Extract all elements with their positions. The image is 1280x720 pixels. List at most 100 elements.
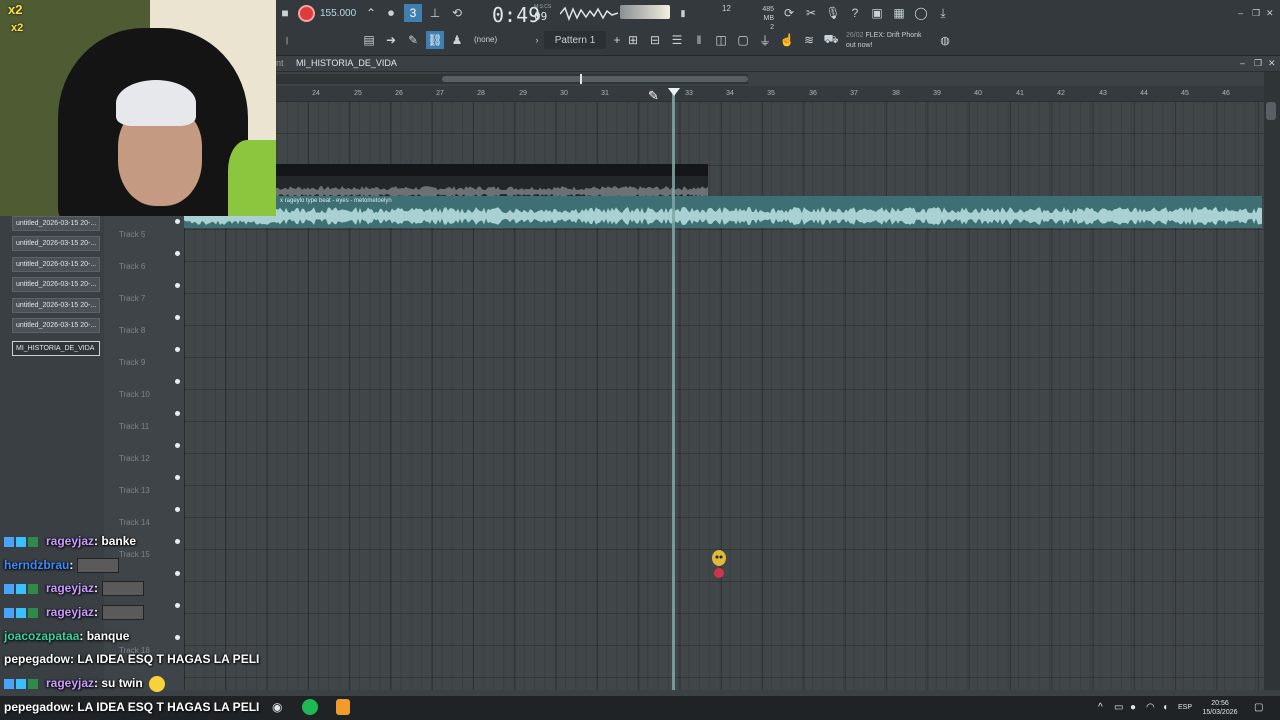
track-name[interactable]: Track 7 [119, 294, 145, 303]
draw-tool-icon[interactable]: ✎ [404, 31, 422, 49]
track-mute-toggle[interactable] [175, 251, 180, 256]
pattern-list-item[interactable]: untitled_2026-03-15 20-... [12, 318, 100, 333]
close-icon[interactable]: ✕ [1266, 8, 1274, 19]
wave-tool-icon[interactable]: ≋ [800, 31, 818, 49]
track-mute-toggle[interactable] [175, 411, 180, 416]
touch-icon[interactable]: ☝ [778, 31, 796, 49]
tray-wifi-icon[interactable]: ◠ [1146, 702, 1155, 713]
pattern-list-item[interactable]: untitled_2026-03-15 20-... [12, 236, 100, 251]
stamp-icon[interactable]: ♟ [448, 31, 466, 49]
tray-clock[interactable]: 20:56 15/03/2026 [1196, 699, 1244, 717]
minimize-icon[interactable]: – [1238, 8, 1243, 18]
help-icon[interactable]: ? [846, 4, 864, 22]
chevron-right-icon[interactable]: › [391, 58, 394, 67]
shop-icon[interactable]: ⛟ [822, 31, 840, 49]
chat-username[interactable]: herndzbrau [4, 558, 69, 572]
microphone-icon[interactable]: 🎙 [824, 4, 842, 22]
save-icon[interactable]: ▣ [868, 4, 886, 22]
pattern-list-item[interactable]: untitled_2026-03-15 20-... [12, 277, 100, 292]
track-mute-toggle[interactable] [175, 315, 180, 320]
chat-username[interactable]: rageyjaz [46, 676, 94, 690]
track-name[interactable]: Track 13 [119, 486, 150, 495]
tray-language[interactable]: ESP [1178, 703, 1192, 712]
countdown-icon[interactable]: 3 [404, 4, 422, 22]
link-icon[interactable]: ⛓ [426, 31, 444, 49]
chat-username[interactable]: pepegadow [4, 652, 70, 666]
pattern-list-item[interactable]: MI_HISTORIA_DE_VIDA [12, 341, 100, 356]
horizontal-scroll-thumb[interactable] [442, 76, 748, 82]
tray-time: 20:56 [1211, 700, 1229, 707]
spotify-icon[interactable] [302, 699, 318, 715]
track-name[interactable]: Track 8 [119, 326, 145, 335]
chat-username[interactable]: rageyjaz [46, 605, 94, 619]
track-name[interactable]: Track 12 [119, 454, 150, 463]
playlist-title[interactable]: MI_HISTORIA_DE_VIDA [296, 58, 397, 68]
track-name[interactable]: Track 5 [119, 230, 145, 239]
chat-username[interactable]: rageyjaz [46, 534, 94, 548]
download-icon[interactable]: ⤓ [934, 4, 952, 22]
wait-input-icon[interactable]: ⏺ [382, 4, 400, 22]
webcam-badge-sub: x2 [11, 22, 24, 34]
pattern-list-item[interactable]: untitled_2026-03-15 20-... [12, 216, 100, 231]
metronome-icon[interactable]: ⌃ [362, 4, 380, 22]
globe-icon[interactable]: ◍ [936, 31, 954, 49]
plugin-icon[interactable]: ⏚ [756, 31, 774, 49]
mixer-faders-icon[interactable]: ‖ [690, 31, 708, 49]
track-name[interactable]: Track 14 [119, 518, 150, 527]
track-mute-toggle[interactable] [175, 475, 180, 480]
track-name[interactable]: Track 10 [119, 390, 150, 399]
restore-icon[interactable]: ❐ [1254, 58, 1262, 69]
tray-network-icon[interactable]: ▭ [1114, 702, 1123, 713]
channel-rack-icon[interactable]: ⊟ [646, 31, 664, 49]
audio-clip-beat[interactable]: x rageylo type beat - eyes - metometoely… [276, 196, 1262, 228]
piano-roll-icon[interactable]: ☰ [668, 31, 686, 49]
record-button[interactable] [298, 5, 315, 22]
track-mute-toggle[interactable] [175, 443, 180, 448]
vertical-scrollbar[interactable] [1264, 72, 1280, 690]
file-icon[interactable]: ▢ [734, 31, 752, 49]
track-name[interactable]: Track 11 [119, 422, 149, 431]
track-mute-toggle[interactable] [175, 283, 180, 288]
pattern-list-item[interactable]: untitled_2026-03-15 20-... [12, 298, 100, 313]
refresh-icon[interactable]: ⟳ [780, 4, 798, 22]
snap-selector[interactable]: (none) [474, 35, 497, 44]
restore-icon[interactable]: ❐ [1252, 8, 1260, 19]
pattern-selector[interactable]: Pattern 1 [544, 31, 606, 49]
track-mute-toggle[interactable] [175, 219, 180, 224]
master-volume-meter[interactable] [620, 5, 670, 19]
tray-mic-icon[interactable]: ● [1130, 702, 1136, 713]
close-icon[interactable]: ✕ [1268, 58, 1276, 69]
tempo-display[interactable]: 155.000 [320, 8, 356, 19]
track-mute-toggle[interactable] [175, 347, 180, 352]
chat-username[interactable]: joacozapataa [4, 629, 79, 643]
pattern-list-item[interactable]: untitled_2026-03-15 20-... [12, 257, 100, 272]
timeline-ruler[interactable]: 24 25 26 27 28 29 30 31 33 34 35 36 37 38 39 40 41 42 43 44… [276, 86, 1264, 102]
browser-icon[interactable]: ◫ [712, 31, 730, 49]
notifications-icon[interactable]: ▢ [1254, 702, 1263, 713]
tray-chevron-icon[interactable]: ^ [1098, 702, 1103, 713]
chat-icon[interactable]: ◯ [912, 4, 930, 22]
playhead-marker[interactable] [668, 88, 680, 96]
cut-icon[interactable]: ✂ [802, 4, 820, 22]
track-name[interactable]: Track 9 [119, 358, 145, 367]
master-pitch-icon[interactable]: ▮ [674, 4, 692, 22]
fl-studio-taskbar-icon[interactable] [336, 699, 350, 715]
arrow-right-icon[interactable]: ➜ [382, 31, 400, 49]
track-mute-toggle[interactable] [175, 507, 180, 512]
piano-icon[interactable]: ▤ [360, 31, 378, 49]
mixer-icon[interactable]: ▦ [890, 4, 908, 22]
vertical-scroll-thumb[interactable] [1266, 102, 1276, 120]
loop-record-icon[interactable]: ⟲ [448, 4, 466, 22]
step-edit-icon[interactable]: ⊥ [426, 4, 444, 22]
audio-clip-dark[interactable] [276, 164, 708, 198]
obs-icon[interactable]: ◉ [272, 700, 282, 714]
chat-username[interactable]: rageyjaz [46, 581, 94, 595]
stop-icon[interactable]: ■ [276, 4, 294, 22]
news-ticker[interactable]: 26/02 FLEX: Drift Phonk out now! [846, 31, 922, 51]
track-mute-toggle[interactable] [175, 379, 180, 384]
tray-volume-icon[interactable]: ◖ [1162, 702, 1168, 713]
track-name[interactable]: Track 6 [119, 262, 145, 271]
fl-fruit-mascot-icon [712, 550, 726, 578]
minimize-icon[interactable]: – [1240, 58, 1245, 68]
playlist-icon[interactable]: ⊞ [624, 31, 642, 49]
